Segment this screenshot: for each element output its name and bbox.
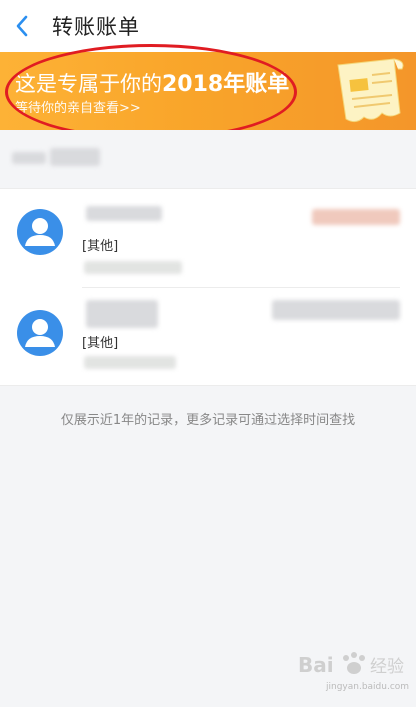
back-button[interactable] [0,0,44,52]
banner-title-prefix: 这是专属于你的 [15,72,162,96]
redacted-time [84,356,176,369]
redacted-name [86,300,158,328]
transfer-row[interactable]: [其他] [0,288,416,386]
receipt-illustration-icon [337,58,404,123]
redacted-month-label [50,148,100,166]
transfer-category: [其他] [82,336,119,351]
page-title: 转账账单 [52,15,140,39]
redacted-amount [272,300,400,320]
top-nav-bar: 转账账单 [0,0,416,52]
avatar [17,209,63,255]
history-range-note: 仅展示近1年的记录，更多记录可通过选择时间查找 [60,413,356,428]
transfer-row[interactable]: [其他] [0,189,416,288]
redacted-month-label [12,152,46,164]
banner-title: 这是专属于你的2018年账单 [15,66,289,98]
redacted-name [86,206,162,221]
user-icon [25,319,55,347]
transfer-category: [其他] [82,239,119,254]
redacted-amount [312,209,400,225]
banner-title-year: 2018年账单 [162,72,290,97]
transfer-list: [其他] [其他] [0,188,416,386]
baidu-jingyan-watermark: Bai 经验 jingyan.baidu.com [296,646,410,696]
annual-bill-banner[interactable]: 这是专属于你的2018年账单 等待你的亲自查看>> [0,52,416,130]
month-section-header [0,130,416,188]
svg-text:经验: 经验 [370,657,404,677]
banner-subtitle: 等待你的亲自查看>> [15,101,141,116]
svg-text:Bai: Bai [298,653,334,677]
user-icon [25,218,55,246]
redacted-time [84,261,182,274]
baidu-paw-logo-icon: Bai 经验 [298,652,404,677]
watermark-url: jingyan.baidu.com [326,682,410,692]
chevron-left-icon [16,15,28,37]
avatar [17,310,63,356]
